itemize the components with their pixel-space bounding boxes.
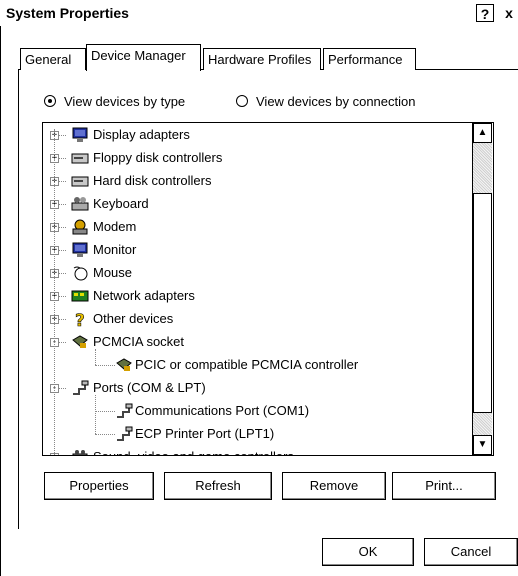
- radio-selected-icon: [44, 95, 56, 107]
- tab-hardware-profiles[interactable]: Hardware Profiles: [203, 48, 321, 70]
- view-by-connection-label: View devices by connection: [256, 94, 416, 109]
- scroll-thumb[interactable]: [473, 193, 492, 413]
- tree-item-label: PCIC or compatible PCMCIA controller: [135, 357, 359, 372]
- disk-controller-icon: [71, 173, 89, 189]
- tree-child-item[interactable]: PCIC or compatible PCMCIA controller: [43, 354, 471, 376]
- remove-button[interactable]: Remove: [282, 472, 386, 500]
- refresh-button[interactable]: Refresh: [164, 472, 272, 500]
- tree-item-label: Mouse: [93, 265, 133, 280]
- tree-category-item[interactable]: - Ports (COM & LPT): [43, 377, 471, 399]
- view-by-type-label: View devices by type: [64, 94, 186, 109]
- scroll-up-button[interactable]: ▲: [473, 123, 492, 143]
- print-button[interactable]: Print...: [392, 472, 496, 500]
- tree-scrollbar[interactable]: ▲ ▼: [472, 123, 492, 455]
- monitor-icon: [71, 242, 89, 258]
- tree-category-item[interactable]: +? Other devices: [43, 308, 471, 332]
- view-by-connection-radio[interactable]: View devices by connection: [236, 94, 415, 112]
- tree-branch-line: [95, 395, 96, 434]
- tree-category-item[interactable]: + Display adapters: [43, 124, 471, 146]
- radio-unselected-icon: [236, 95, 248, 107]
- tree-category-item[interactable]: + Monitor: [43, 239, 471, 261]
- tree-category-item[interactable]: + Hard disk controllers: [43, 170, 471, 192]
- monitor-icon: [71, 127, 89, 143]
- pcmcia-icon: [115, 357, 133, 373]
- modem-icon: [71, 219, 89, 235]
- help-button[interactable]: ?: [476, 4, 494, 22]
- tree-item-label: Floppy disk controllers: [93, 150, 223, 165]
- tree-item-label: Display adapters: [93, 127, 190, 142]
- device-tree[interactable]: + Display adapters + Floppy disk controller…: [42, 122, 494, 456]
- window-title: System Properties: [6, 5, 129, 21]
- disk-controller-icon: [71, 150, 89, 166]
- cancel-button[interactable]: Cancel: [424, 538, 518, 566]
- tab-general[interactable]: General: [20, 48, 86, 70]
- tree-category-item[interactable]: + Keyboard: [43, 193, 471, 215]
- tree-item-label: Sound, video and game controllers: [93, 446, 294, 455]
- tree-category-item[interactable]: + Modem: [43, 216, 471, 238]
- tree-trunk-line: [54, 129, 55, 455]
- tree-item-label: Communications Port (COM1): [135, 403, 310, 418]
- tree-item-label: Ports (COM & LPT): [93, 380, 206, 395]
- tree-item-label: Modem: [93, 219, 137, 234]
- mouse-icon: [71, 265, 89, 281]
- question-mark-icon: ?: [71, 311, 89, 332]
- tree-category-item[interactable]: +Sound, video and game controllers: [43, 446, 471, 455]
- sound-icon: [71, 449, 89, 455]
- tree-item-label: Hard disk controllers: [93, 173, 212, 188]
- tree-item-label: Network adapters: [93, 288, 195, 303]
- tree-item-label: Other devices: [93, 311, 174, 326]
- svg-text:?: ?: [75, 311, 85, 327]
- tree-category-item[interactable]: + Floppy disk controllers: [43, 147, 471, 169]
- keyboard-icon: [71, 196, 89, 212]
- port-icon: [115, 426, 133, 442]
- scroll-down-button[interactable]: ▼: [473, 435, 492, 455]
- network-adapter-icon: [71, 288, 89, 304]
- tree-item-label: Monitor: [93, 242, 137, 257]
- tree-child-item[interactable]: ECP Printer Port (LPT1): [43, 423, 471, 445]
- port-icon: [115, 403, 133, 419]
- ok-button[interactable]: OK: [322, 538, 414, 566]
- tab-performance[interactable]: Performance: [323, 48, 416, 70]
- pcmcia-icon: [71, 334, 89, 350]
- tree-category-item[interactable]: + Network adapters: [43, 285, 471, 307]
- tree-branch-line: [95, 349, 96, 365]
- tree-category-item[interactable]: - PCMCIA socket: [43, 331, 471, 353]
- tree-category-item[interactable]: + Mouse: [43, 262, 471, 284]
- tree-child-item[interactable]: Communications Port (COM1): [43, 400, 471, 422]
- close-button[interactable]: x: [498, 4, 518, 22]
- tree-item-label: ECP Printer Port (LPT1): [135, 426, 275, 441]
- tab-device-manager[interactable]: Device Manager: [86, 44, 201, 71]
- properties-button[interactable]: Properties: [44, 472, 154, 500]
- tree-item-label: PCMCIA socket: [93, 334, 185, 349]
- view-by-type-radio[interactable]: View devices by type: [44, 94, 185, 112]
- port-icon: [71, 380, 89, 396]
- tree-item-label: Keyboard: [93, 196, 149, 211]
